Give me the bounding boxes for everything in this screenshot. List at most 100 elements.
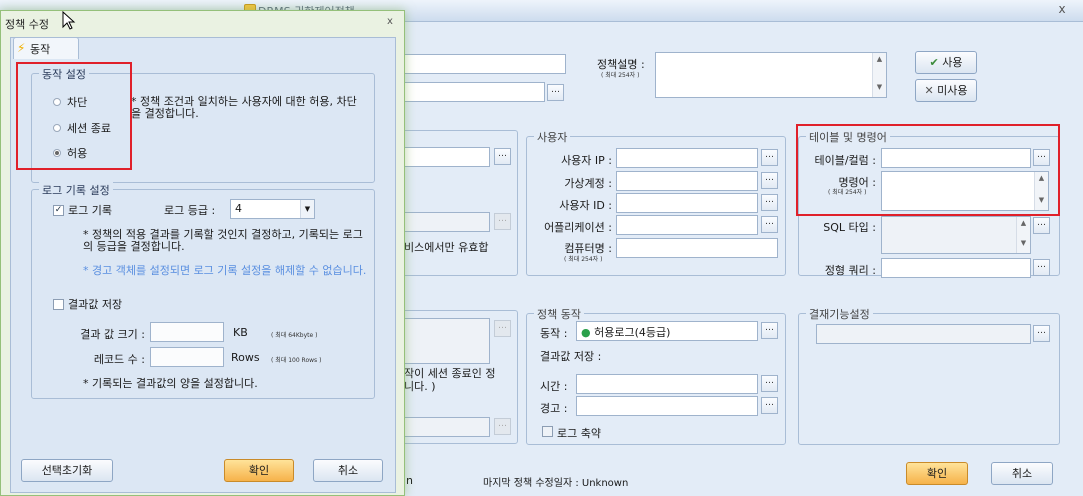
- result-save-label: 결과값 저장 :: [540, 350, 602, 363]
- action-value: 허용로그(4등급): [594, 326, 671, 339]
- scrollbar[interactable]: ▲ ▼: [872, 53, 886, 97]
- policy-name-input[interactable]: [400, 54, 566, 74]
- last-modified-text: 마지막 정책 수정일자 : Unknown: [483, 478, 629, 489]
- detail-input: [400, 417, 490, 437]
- warning-input[interactable]: [576, 396, 758, 416]
- approval-group-title: 결재기능설정: [806, 306, 873, 322]
- action-note: * 정책 조건과 일치하는 사용자에 대한 허용, 차단을 결정합니다.: [131, 95, 357, 120]
- log-level-select[interactable]: 4 ▼: [230, 199, 315, 219]
- record-count-input[interactable]: [150, 347, 224, 367]
- time-picker[interactable]: …: [761, 375, 778, 392]
- result-size-input[interactable]: [150, 322, 224, 342]
- use-button[interactable]: ✔ 사용: [915, 51, 977, 74]
- application-picker[interactable]: …: [761, 216, 778, 233]
- policy-desc-textarea[interactable]: ▲ ▼: [655, 52, 887, 98]
- check-icon: ✔: [929, 56, 943, 69]
- highlight-box-table: [796, 124, 1060, 216]
- condition-input-2: [400, 212, 490, 232]
- allow-icon: ●: [581, 326, 591, 339]
- use-button-label: 사용: [942, 56, 963, 69]
- partial-note: 비스에서만 유효합: [404, 241, 489, 254]
- detail-picker: …: [494, 320, 511, 337]
- close-icon[interactable]: x: [1054, 2, 1070, 18]
- log-reduce-checkbox[interactable]: [542, 426, 553, 437]
- detail-box: [400, 318, 490, 364]
- application-label: 어플리케이션 :: [544, 221, 612, 234]
- virtual-account-picker[interactable]: …: [761, 172, 778, 189]
- action-picker[interactable]: …: [761, 322, 778, 339]
- user-ip-input[interactable]: [616, 148, 758, 168]
- fixed-query-input[interactable]: [881, 258, 1031, 278]
- record-count-unit: Rows: [231, 351, 260, 364]
- chevron-down-icon: ▼: [300, 200, 314, 218]
- user-id-input[interactable]: [616, 193, 758, 213]
- user-group-title: 사용자: [534, 129, 571, 145]
- tab-action-label: 동작: [30, 43, 51, 56]
- log-note-3: * 기록되는 결과값의 양을 설정합니다.: [83, 377, 258, 390]
- time-input[interactable]: [576, 374, 758, 394]
- warning-picker[interactable]: …: [761, 397, 778, 414]
- policy-target-picker[interactable]: …: [547, 84, 564, 101]
- result-save-label: 결과값 저장: [68, 298, 123, 311]
- log-record-checkbox[interactable]: ✓: [53, 205, 64, 216]
- time-label: 시간 :: [540, 380, 568, 393]
- log-level-value: 4: [235, 202, 242, 215]
- user-id-picker[interactable]: …: [761, 194, 778, 211]
- user-id-label: 사용자 ID :: [559, 199, 612, 212]
- result-size-unit: KB: [233, 326, 248, 339]
- action-value-field[interactable]: ● 허용로그(4등급): [576, 321, 758, 341]
- log-note-2: * 경고 객체를 설정되면 로그 기록 설정을 해제할 수 없습니다.: [83, 264, 367, 277]
- log-setting-group: [31, 189, 375, 399]
- record-count-label: 레코드 수 :: [93, 353, 145, 366]
- policy-target-input[interactable]: [400, 82, 545, 102]
- condition-input-1[interactable]: [400, 147, 490, 167]
- highlight-box-action: [16, 62, 132, 170]
- computer-name-hint: ( 최대 254자 ): [564, 256, 603, 263]
- approval-input: [816, 324, 1031, 344]
- dialog-title: 정책 수정: [5, 18, 49, 31]
- result-size-hint: ( 최대 64Kbyte ): [271, 332, 318, 339]
- log-setting-title: 로그 기록 설정: [39, 182, 113, 198]
- condition-picker-1[interactable]: …: [494, 148, 511, 165]
- record-count-hint: ( 최대 100 Rows ): [271, 357, 322, 364]
- approval-picker[interactable]: …: [1033, 325, 1050, 342]
- log-reduce-label: 로그 축약: [557, 427, 601, 440]
- fixed-query-label: 정형 쿼리 :: [824, 264, 876, 277]
- partial-session-note-2: 니다. ): [404, 380, 436, 393]
- warning-label: 경고 :: [540, 402, 568, 415]
- result-size-label: 결과 값 크기 :: [80, 328, 145, 341]
- action-label: 동작 :: [540, 327, 568, 340]
- partial-footer-text: n: [406, 474, 413, 487]
- dialog-close-icon[interactable]: x: [387, 16, 393, 27]
- result-save-checkbox[interactable]: [53, 299, 64, 310]
- user-ip-label: 사용자 IP :: [561, 154, 612, 167]
- sql-type-picker[interactable]: …: [1033, 217, 1050, 234]
- cross-icon: ✕: [924, 84, 938, 97]
- application-input[interactable]: [616, 215, 758, 235]
- scrollbar[interactable]: ▲ ▼: [1016, 217, 1030, 253]
- policy-action-group-title: 정책 동작: [534, 306, 584, 322]
- policy-edit-dialog: 정책 수정 x ⚡ 동작 동작 설정 차단 세션 종료 허용 * 정책 조건과 …: [0, 10, 405, 496]
- log-level-label: 로그 등급 :: [164, 204, 216, 217]
- log-note-1: * 정책의 적용 결과를 기록할 것인지 결정하고, 기록되는 로그의 등급을 …: [83, 228, 363, 253]
- dialog-confirm-button[interactable]: 확인: [224, 459, 294, 482]
- confirm-button[interactable]: 확인: [906, 462, 968, 485]
- dialog-cancel-button[interactable]: 취소: [313, 459, 383, 482]
- user-ip-picker[interactable]: …: [761, 149, 778, 166]
- virtual-account-label: 가상계정 :: [564, 177, 612, 190]
- detail-picker-2: …: [494, 418, 511, 435]
- condition-picker-2: …: [494, 213, 511, 230]
- virtual-account-input[interactable]: [616, 171, 758, 191]
- lightning-icon: ⚡: [17, 41, 26, 55]
- cancel-button[interactable]: 취소: [991, 462, 1053, 485]
- unuse-button-label: 미사용: [937, 84, 968, 97]
- log-record-label: 로그 기록: [68, 204, 112, 217]
- fixed-query-picker[interactable]: …: [1033, 259, 1050, 276]
- policy-desc-hint: ( 최대 254자 ): [601, 72, 640, 79]
- computer-name-input[interactable]: [616, 238, 778, 258]
- sql-type-list[interactable]: ▲ ▼: [881, 216, 1031, 254]
- unuse-button[interactable]: ✕ 미사용: [915, 79, 977, 102]
- reset-button[interactable]: 선택초기화: [21, 459, 113, 482]
- mouse-cursor-icon: [62, 11, 76, 30]
- sql-type-label: SQL 타입 :: [823, 221, 876, 234]
